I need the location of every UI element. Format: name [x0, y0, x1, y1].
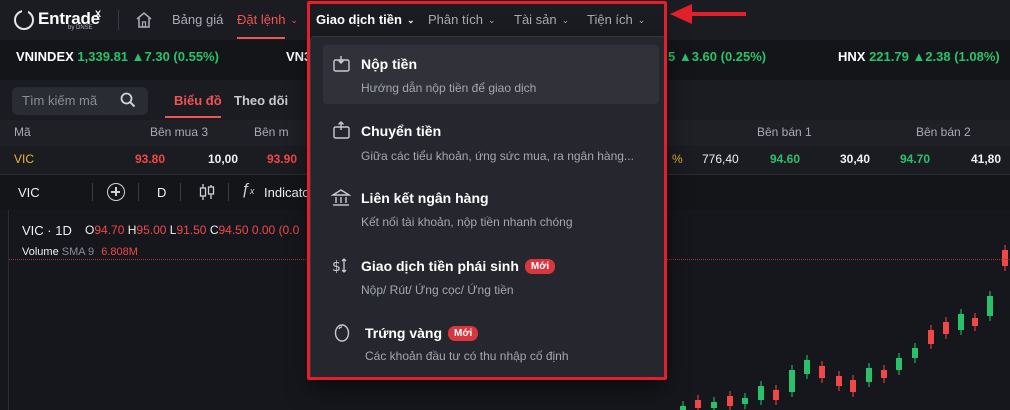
candle-body [912, 348, 918, 358]
candle-body [972, 318, 978, 326]
ohlc-close: 94.50 [218, 223, 249, 237]
col-header-ben-mua-2: Bên m [254, 125, 289, 139]
bid3-price: 93.80 [135, 152, 166, 166]
sma-label: SMA 9 [61, 246, 95, 258]
ohlc-low: 91.50 [176, 223, 207, 237]
candle-body [742, 398, 748, 404]
ask1-price: 94.60 [770, 152, 801, 166]
ask2-volume: 41,80 [971, 152, 1002, 166]
candle-body [804, 360, 810, 374]
toolbar-divider [228, 183, 229, 201]
nav-item-label: Đặt lệnh [237, 12, 286, 27]
candle-body [680, 406, 686, 410]
row-symbol[interactable]: VIC [14, 152, 34, 166]
ohlc-open: 94.70 [94, 223, 125, 237]
candle-body [773, 390, 779, 400]
toolbar-divider [138, 183, 139, 201]
search-placeholder: Tìm kiếm mã [22, 93, 98, 108]
candle-body [928, 330, 934, 344]
candle-body [987, 296, 993, 316]
tab-bieu-do[interactable]: Biểu đồ [174, 93, 222, 108]
brand-subtitle: by DNSE [68, 25, 93, 31]
chart-symbol-button[interactable]: VIC [18, 185, 40, 200]
tab-active-underline [165, 116, 221, 118]
ohlc-open-label: O [85, 223, 95, 237]
annotation-highlight-box [307, 1, 667, 380]
ohlc-change: 0.00 (0.0 [251, 223, 300, 237]
indicator-fx-icon[interactable]: ƒx [241, 181, 254, 199]
candle-body [958, 314, 964, 330]
col-header-ben-ban-2: Bên bán 2 [916, 125, 971, 139]
ticker-value: 5 ▲3.60 (0.25%) [668, 49, 767, 64]
col-header-ben-ban-1: Bên bán 1 [757, 125, 812, 139]
add-symbol-icon[interactable] [107, 183, 125, 201]
candle-body [819, 366, 825, 378]
candle-body [789, 370, 795, 392]
ticker-partial[interactable]: 5 ▲3.60 (0.25%) [668, 49, 766, 64]
ask2-price: 94.70 [900, 152, 931, 166]
annotation-arrow-icon [670, 4, 746, 24]
volume-label: Volume [22, 246, 59, 258]
mid-volume: 776,40 [702, 152, 739, 166]
chart-title: VIC · 1D [22, 223, 72, 238]
col-header-ma: Mã [14, 125, 31, 139]
candle-body [866, 368, 872, 382]
ohlc-close-label: C [209, 223, 219, 237]
home-icon[interactable] [134, 10, 154, 30]
candle-body [1002, 250, 1008, 266]
interval-button[interactable]: D [157, 185, 166, 200]
nav-item-dat-lenh[interactable]: Đặt lệnh ⌄ [237, 12, 298, 27]
candle-body [695, 400, 701, 408]
ask1-volume: 30,40 [840, 152, 871, 166]
candle-body [711, 402, 717, 408]
nav-active-underline [237, 37, 285, 39]
ticker-vnindex[interactable]: VNINDEX 1,339.81 ▲7.30 (0.55%) [16, 49, 219, 64]
col-header-ben-mua-3: Bên mua 3 [150, 125, 209, 139]
candle-body [896, 358, 902, 370]
ticker-name: VNINDEX [16, 49, 74, 64]
nav-divider [118, 10, 119, 30]
nav-item-bang-gia[interactable]: Bảng giá [172, 12, 223, 27]
ohlc-legend: O94.70 H95.00 L91.50 C94.50 0.00 (0.0 [85, 223, 299, 237]
chevron-down-icon: ⌄ [290, 15, 298, 25]
candle-body [881, 370, 887, 378]
brand-logo-icon[interactable] [14, 10, 34, 30]
candlestick-icon[interactable] [198, 183, 216, 201]
candle-body [943, 322, 949, 334]
bid2-price: 93.90 [267, 152, 298, 166]
ohlc-high: 95.00 [136, 223, 167, 237]
tab-theo-doi[interactable]: Theo dõi [234, 93, 288, 108]
volume-legend: Volume SMA 9 6.808M [22, 246, 138, 258]
candle-body [727, 396, 733, 406]
ticker-hnx[interactable]: HNX 221.79 ▲2.38 (1.08%) [838, 49, 1000, 64]
candle-body [850, 380, 856, 392]
candle-body [836, 376, 842, 386]
ticker-value: 1,339.81 ▲7.30 (0.55%) [77, 49, 219, 64]
bid3-volume: 10,00 [208, 152, 239, 166]
toolbar-divider [92, 183, 93, 201]
toolbar-divider [180, 183, 181, 201]
ticker-value: 221.79 ▲2.38 (1.08%) [869, 49, 1000, 64]
brand-superscript: X [95, 9, 102, 19]
search-icon[interactable] [120, 92, 136, 108]
sma-value: 6.808M [101, 246, 138, 258]
change-percent-tail: % [672, 152, 683, 166]
candle-body [758, 386, 764, 400]
ticker-name: HNX [838, 49, 866, 64]
